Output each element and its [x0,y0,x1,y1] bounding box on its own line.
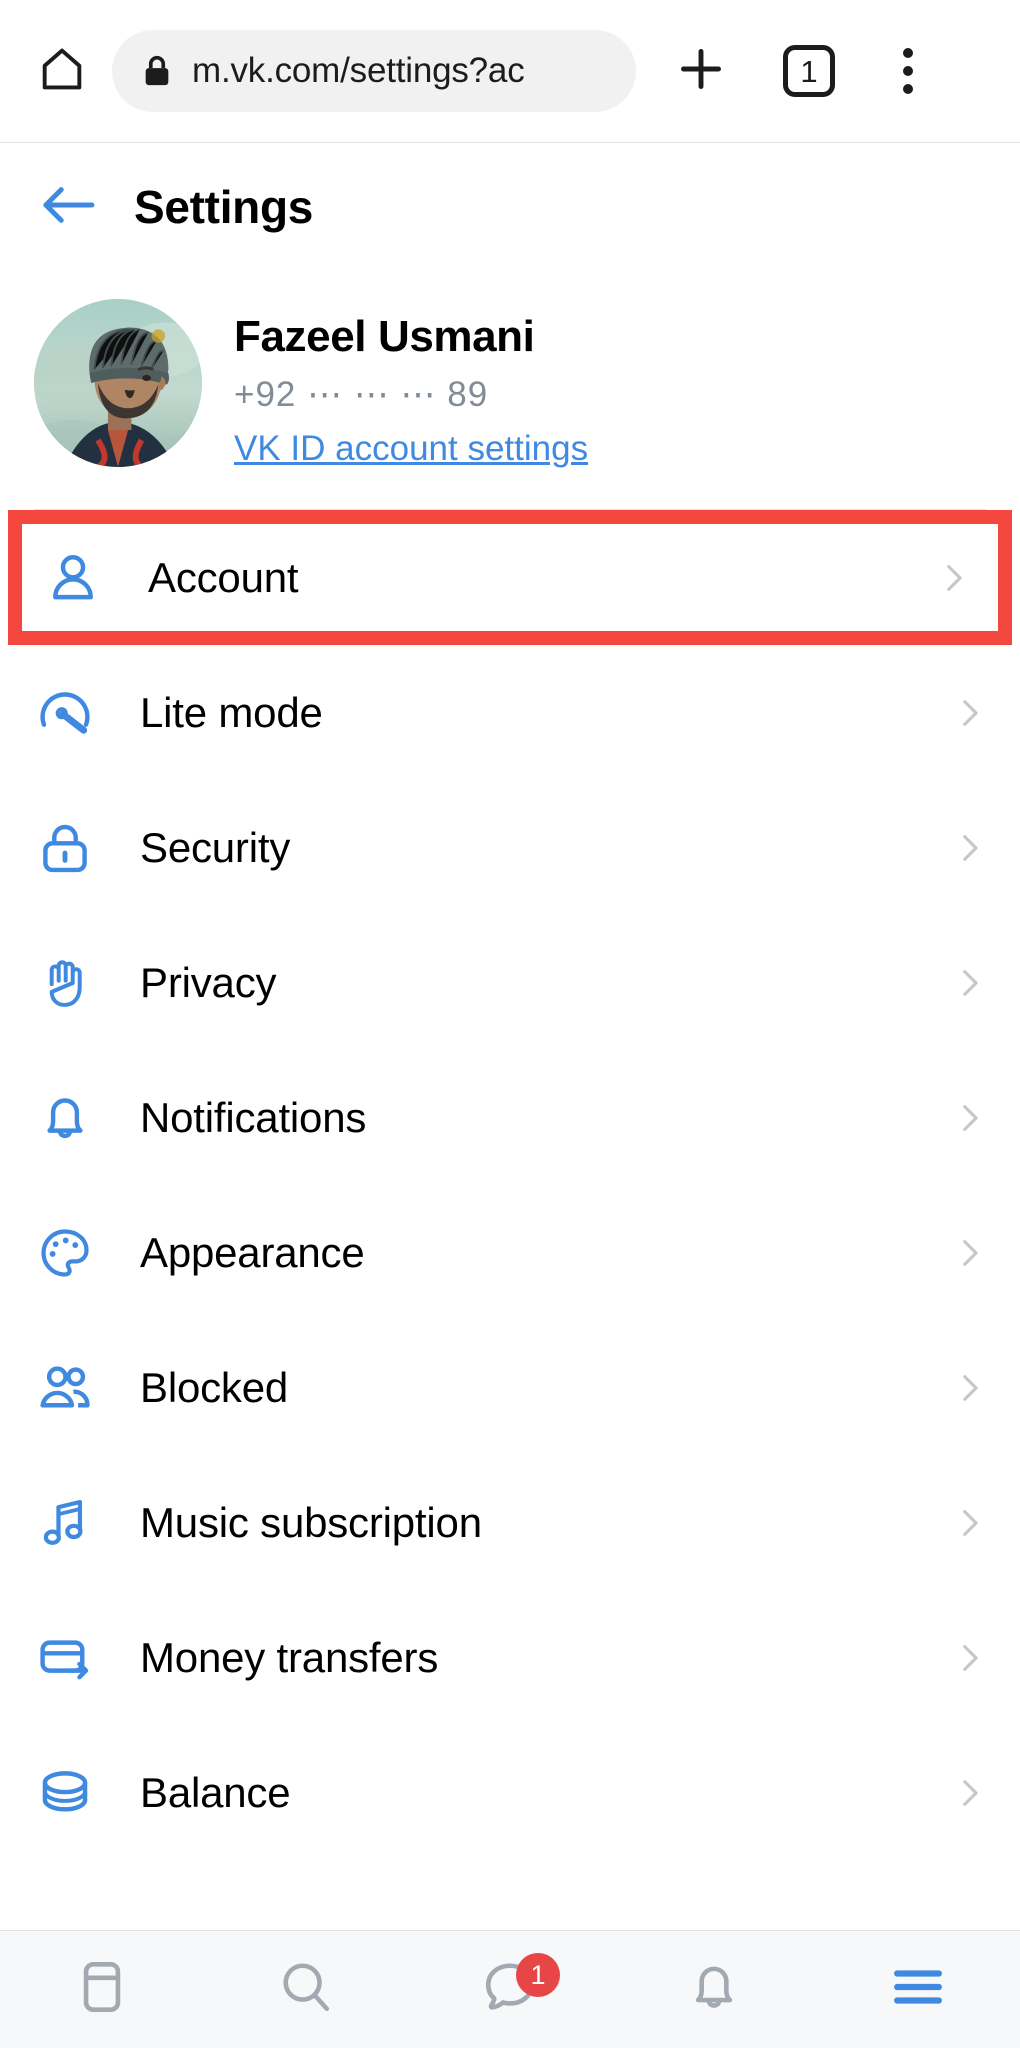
chevron-right-icon [952,685,986,741]
home-icon [36,43,88,100]
chevron-right-icon [952,820,986,876]
three-dot-menu-icon-3 [903,84,913,94]
settings-row-label: Privacy [140,958,277,1006]
url-text: m.vk.com/settings?ac [192,51,525,90]
browser-toolbar: m.vk.com/settings?ac 1 [0,0,1020,143]
message-badge: 1 [516,1953,560,1997]
music-note-icon [34,1492,96,1554]
lock-icon [34,817,96,879]
settings-row-blocked[interactable]: Blocked [0,1320,1020,1456]
three-dot-menu-icon-2 [903,66,913,76]
settings-row-music-subscription[interactable]: Music subscription [0,1455,1020,1591]
new-tab-button[interactable] [662,32,740,110]
feed-icon [73,1958,131,2021]
tab-count: 1 [800,53,818,89]
account-row-highlight[interactable]: Account [8,510,1012,646]
page-header: Settings [0,143,1020,271]
coin-icon [34,1762,96,1824]
profile-section[interactable]: Fazeel Usmani +92 ⋯ ⋯ ⋯ 89 VK ID account… [0,271,1020,503]
nav-item-menu[interactable] [816,1931,1020,2048]
settings-row-label: Balance [140,1768,291,1816]
settings-row-label: Blocked [140,1363,289,1411]
page-title: Settings [134,181,314,233]
settings-row-notifications[interactable]: Notifications [0,1050,1020,1186]
chevron-right-icon [952,955,986,1011]
back-arrow-icon [38,182,96,233]
chevron-right-icon [952,1360,986,1416]
avatar-image [34,299,202,467]
chevron-right-icon [952,1495,986,1551]
person-icon [42,547,104,609]
settings-row-label: Appearance [140,1228,365,1276]
nav-item-feed[interactable] [0,1931,204,2048]
chevron-right-icon [952,1765,986,1821]
chevron-right-icon [952,1225,986,1281]
three-dot-menu-icon [903,48,913,58]
tab-switcher-button[interactable]: 1 [774,36,844,106]
settings-row-money-transfers[interactable]: Money transfers [0,1590,1020,1726]
lock-icon [142,54,172,88]
settings-row-lite-mode[interactable]: Lite mode [0,645,1020,781]
settings-row-label: Lite mode [140,688,323,736]
bottom-navigation: 1 [0,1930,1020,2048]
settings-row-label: Account [148,553,299,601]
profile-info: Fazeel Usmani +92 ⋯ ⋯ ⋯ 89 VK ID account… [234,299,588,469]
settings-row-security[interactable]: Security [0,780,1020,916]
mobile-browser-screen: m.vk.com/settings?ac 1 Settings Fazeel U… [0,0,1020,2048]
nav-item-search[interactable] [204,1931,408,2048]
tab-count-box: 1 [783,45,835,97]
vk-id-account-settings-link[interactable]: VK ID account settings [234,429,588,469]
palette-icon [34,1222,96,1284]
settings-row-privacy[interactable]: Privacy [0,915,1020,1051]
url-bar[interactable]: m.vk.com/settings?ac [112,30,636,112]
plus-icon [673,41,729,102]
bell-icon [685,1958,743,2021]
hand-icon [34,952,96,1014]
settings-row-appearance[interactable]: Appearance [0,1185,1020,1321]
home-button[interactable] [26,35,98,107]
bell-icon [34,1087,96,1149]
chevron-right-icon [952,1090,986,1146]
nav-item-messages[interactable]: 1 [408,1931,612,2048]
settings-row-balance[interactable]: Balance [0,1725,1020,1861]
profile-name: Fazeel Usmani [234,312,535,361]
speedometer-icon [34,682,96,744]
chevron-right-icon [952,1630,986,1686]
settings-row-label: Money transfers [140,1633,439,1681]
settings-list: AccountAccountLite modeSecurityPrivacyNo… [0,510,1020,2048]
card-arrow-icon [34,1627,96,1689]
settings-row-label: Notifications [140,1093,367,1141]
profile-phone: +92 ⋯ ⋯ ⋯ 89 [234,375,489,415]
back-button[interactable] [36,176,98,238]
settings-row-label: Music subscription [140,1498,482,1546]
hamburger-icon [889,1958,947,2021]
avatar[interactable] [34,299,202,467]
browser-menu-button[interactable] [878,32,938,110]
chevron-right-icon [936,550,970,606]
people-icon [34,1357,96,1419]
nav-item-notifications[interactable] [612,1931,816,2048]
search-icon [277,1958,335,2021]
settings-row-label: Security [140,823,291,871]
